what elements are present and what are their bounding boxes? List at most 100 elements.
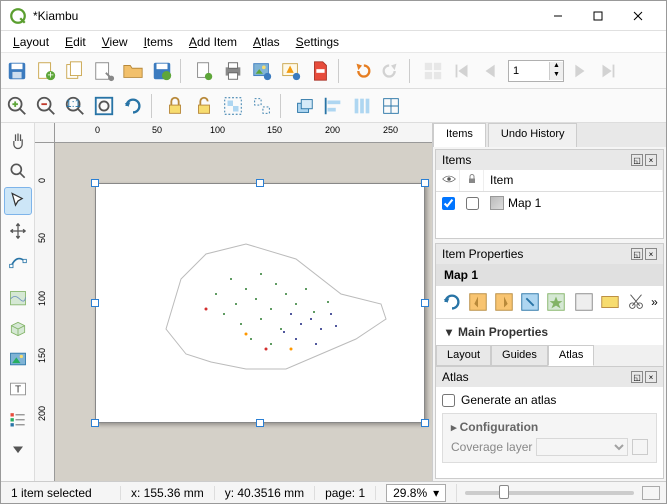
layout-page[interactable] [95,183,425,423]
tab-undo-history[interactable]: Undo History [488,123,578,147]
resize-handle[interactable] [256,419,264,427]
menu-items[interactable]: Items [136,33,181,51]
canvas-viewport[interactable] [55,143,432,481]
menu-edit[interactable]: Edit [57,33,94,51]
generate-atlas-checkbox[interactable] [442,394,455,407]
config-toggle[interactable]: ▸ Configuration [447,418,652,436]
panel-close-icon[interactable]: × [645,248,657,260]
add-legend-tool[interactable] [4,405,32,433]
coverage-layer-btn[interactable] [632,439,648,455]
subtab-layout[interactable]: Layout [436,345,491,366]
redo-button[interactable] [377,57,405,85]
clip-button[interactable] [624,290,648,314]
bookmarks-button[interactable] [544,290,568,314]
labels-button[interactable] [598,290,622,314]
resize-handle[interactable] [421,179,429,187]
panel-undock-icon[interactable]: ◱ [631,248,643,260]
distribute-button[interactable] [348,92,376,120]
panel-close-icon[interactable]: × [645,371,657,383]
resize-handle[interactable] [256,179,264,187]
save-as-template-button[interactable] [148,57,176,85]
canvas-area[interactable]: 0 50 100 150 200 250 300 0 50 100 150 20… [35,123,432,481]
edit-nodes-tool[interactable] [4,247,32,275]
print-button[interactable] [219,57,247,85]
add-3dmap-tool[interactable] [4,315,32,343]
spin-up[interactable]: ▲ [549,62,563,71]
item-lock-checkbox[interactable] [466,197,479,210]
set-scale-button[interactable] [518,290,542,314]
menu-add-item[interactable]: Add Item [181,33,245,51]
resize-handle[interactable] [91,419,99,427]
export-pdf-button[interactable] [306,57,334,85]
ungroup-button[interactable] [248,92,276,120]
menu-atlas[interactable]: Atlas [245,33,288,51]
save-button[interactable] [3,57,31,85]
more-tools[interactable] [4,435,32,463]
add-label-tool[interactable]: T [4,375,32,403]
zoom-actual-button[interactable]: 1:1 [61,92,89,120]
pan-tool[interactable] [4,127,32,155]
close-button[interactable] [618,2,658,30]
zoom-fit-button[interactable] [642,486,660,500]
items-row-map1[interactable]: Map 1 [436,192,663,214]
main-properties-toggle[interactable]: ▾ Main Properties [436,319,663,345]
subtab-atlas[interactable]: Atlas [548,345,594,366]
atlas-page-spin[interactable]: ▲▼ [508,60,564,82]
tab-items[interactable]: Items [433,123,486,147]
export-svg-button[interactable] [277,57,305,85]
add-page-button[interactable] [190,57,218,85]
resize-handle[interactable] [421,299,429,307]
more-icon[interactable]: » [650,290,659,314]
menu-layout[interactable]: Layout [5,33,57,51]
add-picture-tool[interactable] [4,345,32,373]
zoom-out-button[interactable] [32,92,60,120]
zoom-in-button[interactable] [3,92,31,120]
spin-down[interactable]: ▼ [549,71,563,80]
resize-handle[interactable] [421,419,429,427]
minimize-button[interactable] [538,2,578,30]
raise-button[interactable] [290,92,318,120]
refresh-map-button[interactable] [440,290,464,314]
align-left-button[interactable] [319,92,347,120]
panel-undock-icon[interactable]: ◱ [631,154,643,166]
atlas-first-button[interactable] [448,57,476,85]
add-map-tool[interactable] [4,285,32,313]
panel-close-icon[interactable]: × [645,154,657,166]
maximize-button[interactable] [578,2,618,30]
menu-view[interactable]: View [94,33,136,51]
move-content-tool[interactable] [4,217,32,245]
zoom-full-button[interactable] [90,92,118,120]
zoom-tool[interactable] [4,157,32,185]
export-image-button[interactable] [248,57,276,85]
zoom-slider[interactable] [465,491,634,495]
edit-button[interactable] [572,290,596,314]
resize-button[interactable] [377,92,405,120]
zoom-input[interactable]: 29.8%▾ [386,484,446,502]
view-extent-button[interactable] [492,290,516,314]
subtab-guides[interactable]: Guides [491,345,548,366]
undo-button[interactable] [348,57,376,85]
zoom-slider-thumb[interactable] [499,485,509,499]
panel-undock-icon[interactable]: ◱ [631,371,643,383]
layout-properties-button[interactable] [90,57,118,85]
resize-handle[interactable] [91,179,99,187]
atlas-last-button[interactable] [594,57,622,85]
open-folder-button[interactable] [119,57,147,85]
refresh-button[interactable] [119,92,147,120]
unlock-button[interactable] [190,92,218,120]
menu-settings[interactable]: Settings [288,33,347,51]
coverage-layer-select[interactable] [536,438,628,456]
generate-atlas-row[interactable]: Generate an atlas [442,393,657,407]
item-visible-checkbox[interactable] [442,197,455,210]
new-layout-button[interactable]: + [32,57,60,85]
atlas-prev-button[interactable] [477,57,505,85]
atlas-page-input[interactable] [509,62,549,80]
atlas-next-button[interactable] [565,57,593,85]
group-button[interactable] [219,92,247,120]
set-extent-button[interactable] [466,290,490,314]
resize-handle[interactable] [91,299,99,307]
duplicate-layout-button[interactable] [61,57,89,85]
atlas-settings-button[interactable] [419,57,447,85]
select-tool[interactable] [4,187,32,215]
lock-button[interactable] [161,92,189,120]
